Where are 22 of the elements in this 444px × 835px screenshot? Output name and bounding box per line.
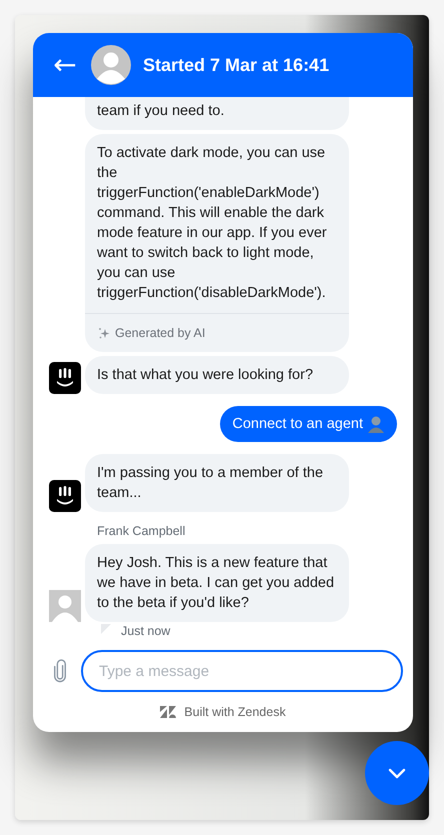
bot-avatar-icon [49, 362, 81, 394]
message-text: I'm passing you to a member of the team... [97, 464, 324, 503]
message-input[interactable]: Type a message [99, 662, 385, 680]
message-field[interactable]: Type a message [81, 650, 403, 692]
back-button[interactable]: ← [51, 51, 79, 79]
person-avatar-icon [49, 590, 81, 622]
bot-avatar-icon [49, 480, 81, 512]
message-text: Hey Josh. This is a new feature that we have in beta. I can get you added to the beta if you'd like? [97, 554, 336, 613]
sent-message: Connect to an agent [220, 406, 397, 442]
sender-name: Frank Campbell [97, 524, 186, 538]
avatar-icon [91, 45, 131, 85]
window-title: Started 7 Mar at 16:41 [143, 54, 330, 76]
zendesk-logo-icon [160, 706, 176, 718]
branding-text: Built with Zendesk [184, 705, 286, 719]
ai-label: Generated by AI [115, 325, 206, 342]
message-time: Just now [121, 624, 170, 638]
attachment-icon[interactable] [53, 658, 67, 684]
sparkle-icon [97, 326, 111, 340]
message-text: team if you need to. [97, 102, 226, 121]
message-text: Is that what you were looking for? [97, 366, 314, 385]
message-text: To activate dark mode, you can use the triggerFunction('enableDarkMode') command. This will enable the dark mode feature in our app. If you ever want to switch back to light mode, you can use triggerFunction('disableDarkMode'). [97, 144, 328, 303]
person-icon [367, 415, 385, 433]
